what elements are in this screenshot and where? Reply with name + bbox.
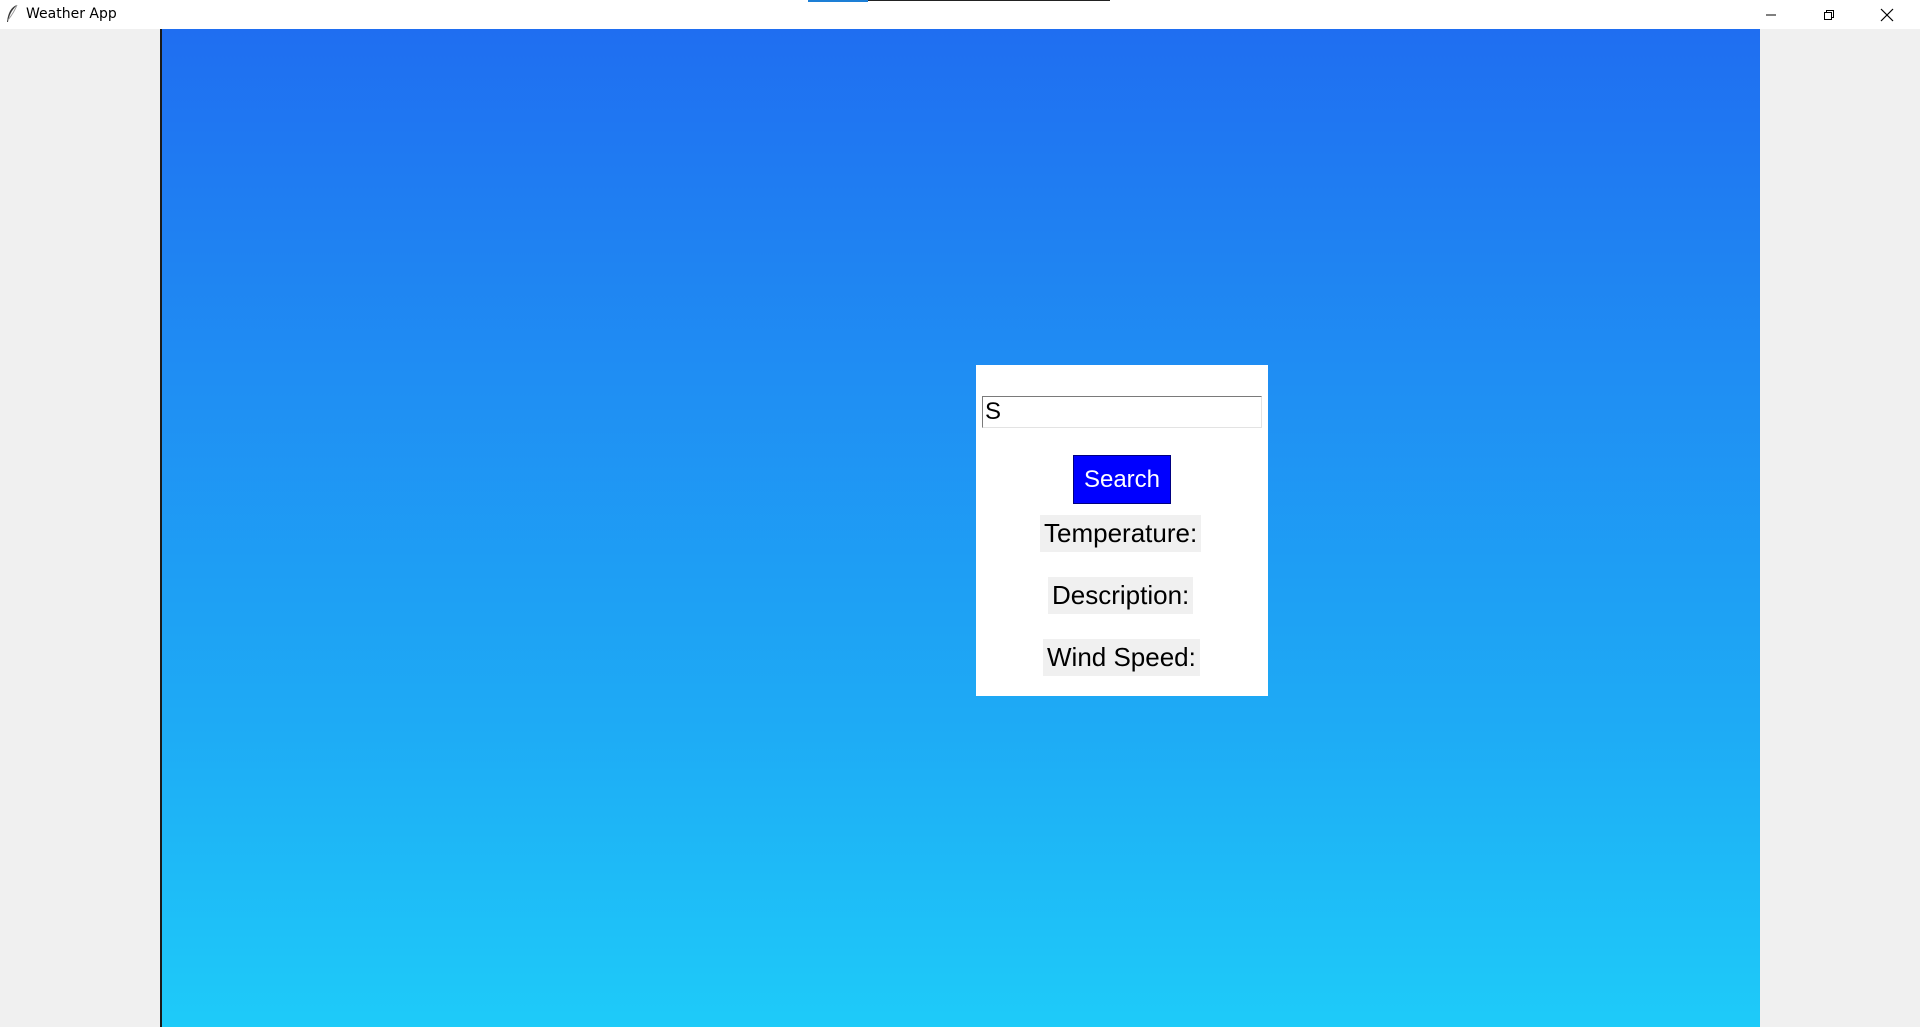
close-button[interactable] (1858, 0, 1916, 29)
title-accent-line (808, 0, 868, 2)
city-search-input[interactable] (982, 396, 1262, 428)
close-icon (1880, 8, 1894, 22)
temperature-label: Temperature: (1040, 515, 1202, 552)
feather-icon (5, 4, 19, 24)
window-client-area: Search Temperature: Description: Wind Sp… (0, 29, 1920, 1027)
title-accent-line-dark (868, 0, 1110, 1)
search-button[interactable]: Search (1073, 455, 1171, 504)
weather-panel: Search Temperature: Description: Wind Sp… (976, 365, 1268, 696)
minimize-icon (1765, 9, 1777, 21)
wind-speed-label: Wind Speed: (1043, 639, 1200, 676)
minimize-button[interactable] (1742, 0, 1800, 29)
description-label: Description: (1048, 577, 1194, 614)
window-title: Weather App (26, 6, 117, 22)
gradient-background: Search Temperature: Description: Wind Sp… (160, 29, 1760, 1027)
maximize-button[interactable] (1800, 0, 1858, 29)
title-bar: Weather App (0, 0, 1920, 29)
restore-icon (1823, 9, 1835, 21)
